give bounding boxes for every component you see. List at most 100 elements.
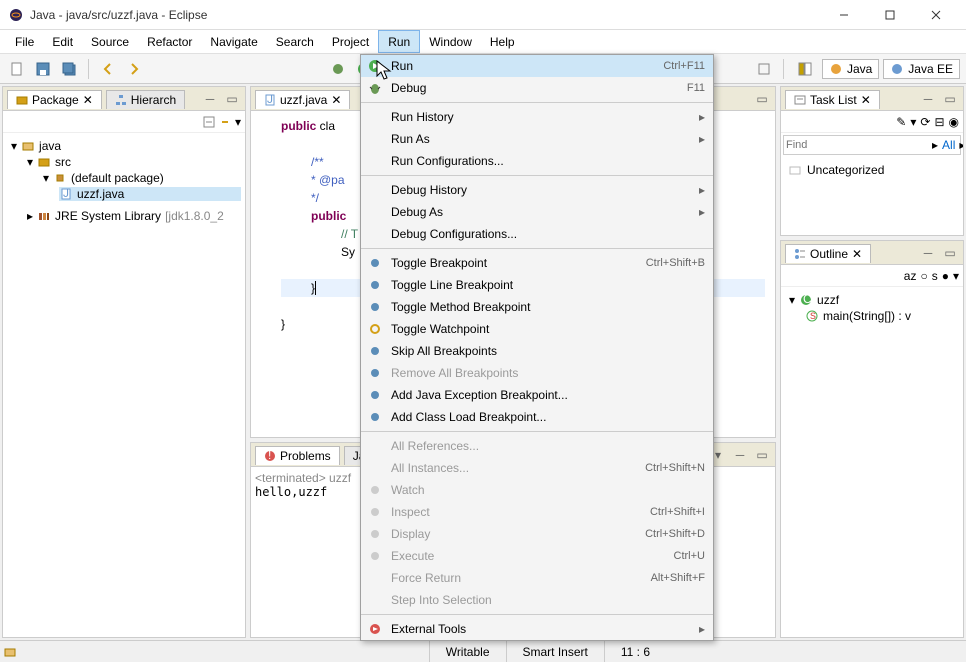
new-icon[interactable] (6, 58, 28, 80)
close-tab-icon[interactable]: ✕ (83, 93, 93, 107)
perspective-javaee[interactable]: Java EE (883, 59, 960, 79)
outline-class[interactable]: ▾Cuzzf (789, 293, 959, 307)
menu-item-toggle-breakpoint[interactable]: Toggle BreakpointCtrl+Shift+B (361, 252, 713, 274)
minimize-view-icon[interactable]: ─ (919, 244, 937, 262)
maximize-editor-icon[interactable]: ▭ (753, 90, 771, 108)
debug-toolbar-icon[interactable] (327, 58, 349, 80)
outline-method[interactable]: smain(String[]) : v (805, 309, 959, 323)
save-all-icon[interactable] (58, 58, 80, 80)
back-icon[interactable] (97, 58, 119, 80)
collapse-all-icon[interactable] (203, 116, 215, 128)
focus-icon[interactable]: ◉ (949, 115, 959, 129)
new-task-icon[interactable]: ✎ (896, 115, 906, 129)
menu-item-external-tools[interactable]: External Tools▸ (361, 618, 713, 640)
menu-item-label: Remove All Breakpoints (391, 366, 705, 380)
maximize-view-icon[interactable]: ▭ (941, 244, 959, 262)
menu-item-debug[interactable]: DebugF11 (361, 77, 713, 99)
menu-item-run-as[interactable]: Run As▸ (361, 128, 713, 150)
tree-src[interactable]: ▾src (27, 155, 241, 169)
code-kw: public (311, 209, 346, 223)
sort-icon[interactable]: az (904, 269, 917, 283)
tree-jre-ver: [jdk1.8.0_2 (165, 209, 224, 223)
open-task-icon[interactable] (753, 58, 775, 80)
close-tab-icon[interactable]: ✕ (331, 93, 341, 107)
menu-search[interactable]: Search (267, 30, 323, 53)
tree-jre[interactable]: ▸JRE System Library [jdk1.8.0_2 (27, 209, 241, 223)
code-text: Sy (341, 245, 355, 259)
collapse-icon[interactable]: ⊟ (934, 115, 944, 129)
minimize-view-icon[interactable]: ─ (201, 90, 219, 108)
menu-project[interactable]: Project (323, 30, 378, 53)
package-explorer-tab[interactable]: Package ✕ (7, 90, 102, 109)
menu-navigate[interactable]: Navigate (201, 30, 266, 53)
tree-package[interactable]: ▾(default package) (43, 171, 241, 185)
menu-item-label: Debug Configurations... (391, 227, 705, 241)
outline-tab[interactable]: Outline ✕ (785, 244, 871, 263)
menu-item-toggle-watchpoint[interactable]: Toggle Watchpoint (361, 318, 713, 340)
menu-source[interactable]: Source (82, 30, 138, 53)
hide-local-icon[interactable]: ▾ (953, 269, 959, 283)
open-perspective-button[interactable] (792, 60, 818, 78)
menu-item-debug-configurations-[interactable]: Debug Configurations... (361, 223, 713, 245)
menu-item-toggle-line-breakpoint[interactable]: Toggle Line Breakpoint (361, 274, 713, 296)
menu-item-add-java-exception-breakpoint-[interactable]: Add Java Exception Breakpoint... (361, 384, 713, 406)
menu-item-label: Toggle Line Breakpoint (391, 278, 705, 292)
close-button[interactable] (914, 1, 958, 29)
package-tree[interactable]: ▾java ▾src ▾(default package) Juzzf.java (3, 133, 245, 637)
sync-icon[interactable]: ⟳ (920, 115, 930, 129)
minimize-button[interactable] (822, 1, 866, 29)
tree-src-label: src (55, 155, 71, 169)
javaee-perspective-icon (890, 62, 904, 76)
menu-item-run-configurations-[interactable]: Run Configurations... (361, 150, 713, 172)
menu-window[interactable]: Window (420, 30, 481, 53)
menu-item-run[interactable]: RunCtrl+F11 (361, 55, 713, 77)
close-tab-icon[interactable]: ✕ (852, 247, 862, 261)
link-editor-icon[interactable] (219, 116, 231, 128)
menu-item-add-class-load-breakpoint-[interactable]: Add Class Load Breakpoint... (361, 406, 713, 428)
code-kw: public (281, 119, 316, 133)
tree-project[interactable]: ▾java (11, 139, 241, 153)
menu-run[interactable]: Run (378, 30, 420, 53)
close-tab-icon[interactable]: ✕ (861, 93, 871, 107)
forward-icon[interactable] (123, 58, 145, 80)
task-search-input[interactable] (786, 139, 928, 151)
menu-item-debug-as[interactable]: Debug As▸ (361, 201, 713, 223)
menu-item-label: Watch (391, 483, 705, 497)
menu-item-debug-history[interactable]: Debug History▸ (361, 179, 713, 201)
menu-refactor[interactable]: Refactor (138, 30, 201, 53)
maximize-view-icon[interactable]: ▭ (941, 90, 959, 108)
hide-nonpublic-icon[interactable]: ● (942, 269, 949, 283)
editor-tab[interactable]: J uzzf.java ✕ (255, 90, 350, 109)
view-menu-icon[interactable]: ▾ (235, 115, 241, 129)
perspective-java[interactable]: Java (822, 59, 879, 79)
menu-item-all-instances-: All Instances...Ctrl+Shift+N (361, 457, 713, 479)
save-icon[interactable] (32, 58, 54, 80)
console-body[interactable]: <terminated> uzzf hello,uzzf (251, 467, 363, 637)
tree-file[interactable]: Juzzf.java (59, 187, 241, 201)
package-explorer-view: Package ✕ Hierarch ─ ▭ ▾ ▾java (2, 86, 246, 638)
problems-tab[interactable]: ! Problems (255, 446, 340, 465)
task-category[interactable]: Uncategorized (781, 157, 963, 183)
minimize-view-icon[interactable]: ─ (731, 446, 749, 464)
hide-fields-icon[interactable]: ○ (920, 269, 927, 283)
outline-tree[interactable]: ▾Cuzzf smain(String[]) : v (781, 287, 963, 637)
menu-file[interactable]: File (6, 30, 43, 53)
java-file-icon: J (264, 94, 276, 106)
maximize-view-icon[interactable]: ▭ (223, 90, 241, 108)
code-text: } (281, 317, 285, 331)
menu-item-skip-all-breakpoints[interactable]: Skip All Breakpoints (361, 340, 713, 362)
status-icon[interactable] (0, 646, 20, 658)
task-filter-all[interactable]: All (942, 138, 955, 152)
menu-edit[interactable]: Edit (43, 30, 82, 53)
menu-help[interactable]: Help (481, 30, 524, 53)
menu-item-toggle-method-breakpoint[interactable]: Toggle Method Breakpoint (361, 296, 713, 318)
minimize-view-icon[interactable]: ─ (919, 90, 937, 108)
maximize-button[interactable] (868, 1, 912, 29)
hide-static-icon[interactable]: s (932, 269, 938, 283)
menu-item-run-history[interactable]: Run History▸ (361, 106, 713, 128)
maximize-view-icon[interactable]: ▭ (753, 446, 771, 464)
hierarchy-tab[interactable]: Hierarch (106, 90, 185, 109)
categorize-icon[interactable]: ▾ (910, 115, 916, 129)
task-list-tab[interactable]: Task List ✕ (785, 90, 880, 109)
menu-accel: Ctrl+F11 (663, 60, 705, 72)
